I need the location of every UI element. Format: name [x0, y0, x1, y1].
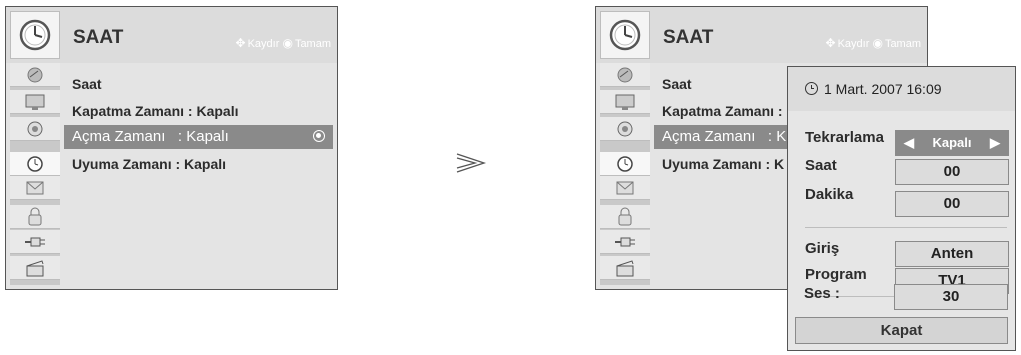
- sidebar-tab-lock[interactable]: [600, 205, 650, 229]
- minute-field[interactable]: 00: [895, 191, 1009, 217]
- sidebar-tab-input[interactable]: [600, 230, 650, 254]
- sidebar-tab-input[interactable]: [10, 230, 60, 254]
- monitor-icon: [25, 94, 45, 110]
- close-button[interactable]: Kapat: [795, 317, 1008, 344]
- hour-field[interactable]: 00: [895, 159, 1009, 185]
- sidebar-tab-audio[interactable]: [600, 117, 650, 141]
- sidebar-tab-option[interactable]: [10, 176, 60, 200]
- menu-item-off-time[interactable]: Kapatma Zamanı : Kapalı: [72, 103, 239, 119]
- datetime-text: 1 Mart. 2007 16:09: [824, 81, 942, 97]
- sidebar-tab-media[interactable]: [600, 256, 650, 280]
- envelope-icon: [616, 181, 634, 195]
- satellite-icon: [617, 67, 633, 83]
- clapperboard-icon: [616, 260, 634, 277]
- menu-item-value: : K: [767, 128, 787, 145]
- speaker-icon: [27, 121, 43, 137]
- menu-item-value: : Kapalı: [177, 128, 229, 145]
- menu-panel-left: SAAT ✥ Kaydır ◉ Tamam Saat Kapatma Zamanı …: [5, 6, 338, 290]
- menu-content: Saat Kapatma Zamanı : Kapalı Açma Zamanı…: [60, 63, 337, 289]
- sidebar-tab-setup[interactable]: [10, 63, 60, 87]
- repeat-label: Tekrarlama: [805, 129, 884, 146]
- nav-hint: ✥ Kaydır ◉ Tamam: [236, 36, 331, 50]
- sidebar-tab-picture[interactable]: [10, 90, 60, 114]
- menu-item-label: Açma Zamanı: [662, 128, 756, 145]
- hour-label: Saat: [805, 157, 837, 174]
- menu-header: SAAT ✥ Kaydır ◉ Tamam: [596, 7, 927, 63]
- hint-move-label: Kaydır: [837, 38, 870, 50]
- volume-field[interactable]: 30: [894, 284, 1008, 310]
- transition-arrow-icon: [456, 153, 487, 173]
- clock-icon: [27, 156, 43, 172]
- sidebar-tab-option[interactable]: [600, 176, 650, 200]
- hint-ok-label: Tamam: [884, 38, 921, 50]
- lock-icon: [28, 207, 42, 226]
- speaker-icon: [617, 121, 633, 137]
- sidebar-tab-setup[interactable]: [600, 63, 650, 87]
- clapperboard-icon: [26, 260, 44, 277]
- nav-hint: ✥ Kaydır ◉ Tamam: [826, 36, 921, 50]
- clock-icon: [805, 82, 818, 95]
- input-field[interactable]: Anten: [895, 241, 1009, 267]
- sidebar-tab-lock[interactable]: [10, 205, 60, 229]
- menu-item-sleep-time[interactable]: Uyuma Zamanı : Kapalı: [72, 156, 226, 172]
- move-icon: ✥: [235, 36, 246, 50]
- arrow-right-icon[interactable]: ▶: [990, 131, 1000, 155]
- clock-icon: [10, 11, 60, 59]
- move-icon: ✥: [825, 36, 836, 50]
- sidebar: [600, 63, 650, 285]
- plug-icon: [25, 237, 45, 247]
- menu-item-sleep-time[interactable]: Uyuma Zamanı : K: [662, 156, 784, 172]
- sidebar-tab-time[interactable]: [10, 152, 60, 176]
- menu-item-clock[interactable]: Saat: [72, 76, 102, 92]
- input-label: Giriş: [805, 240, 840, 257]
- menu-header: SAAT ✥ Kaydır ◉ Tamam: [6, 7, 337, 63]
- arrow-left-icon[interactable]: ◀: [904, 131, 914, 155]
- current-datetime: 1 Mart. 2007 16:09: [805, 81, 942, 97]
- hint-ok-label: Tamam: [294, 38, 331, 50]
- menu-title: SAAT: [73, 27, 124, 48]
- hint-move-label: Kaydır: [247, 38, 280, 50]
- repeat-value: Kapalı: [932, 135, 972, 150]
- popup-header: 1 Mart. 2007 16:09: [788, 67, 1015, 111]
- divider: [805, 227, 1007, 228]
- ok-icon: ◉: [872, 36, 883, 50]
- sidebar: [10, 63, 60, 285]
- monitor-icon: [615, 94, 635, 110]
- sidebar-tab-audio[interactable]: [10, 117, 60, 141]
- program-label: Program: [805, 266, 867, 283]
- ok-icon: ◉: [282, 36, 293, 50]
- radio-selected-icon: [313, 130, 325, 142]
- clock-icon: [600, 11, 650, 59]
- satellite-icon: [27, 67, 43, 83]
- repeat-selector[interactable]: ◀ Kapalı ▶: [895, 130, 1009, 156]
- menu-title: SAAT: [663, 27, 714, 48]
- envelope-icon: [26, 181, 44, 195]
- plug-icon: [615, 237, 635, 247]
- minute-label: Dakika: [805, 186, 854, 203]
- menu-item-on-time[interactable]: Açma Zamanı : Kapalı: [64, 125, 333, 149]
- sidebar-tab-media[interactable]: [10, 256, 60, 280]
- clock-icon: [617, 156, 633, 172]
- sidebar-tab-picture[interactable]: [600, 90, 650, 114]
- volume-label: Ses :: [804, 285, 840, 302]
- menu-item-label: Açma Zamanı: [72, 128, 166, 145]
- sidebar-tab-time[interactable]: [600, 152, 650, 176]
- menu-item-off-time[interactable]: Kapatma Zamanı : K: [662, 103, 797, 119]
- menu-item-clock[interactable]: Saat: [662, 76, 692, 92]
- lock-icon: [618, 207, 632, 226]
